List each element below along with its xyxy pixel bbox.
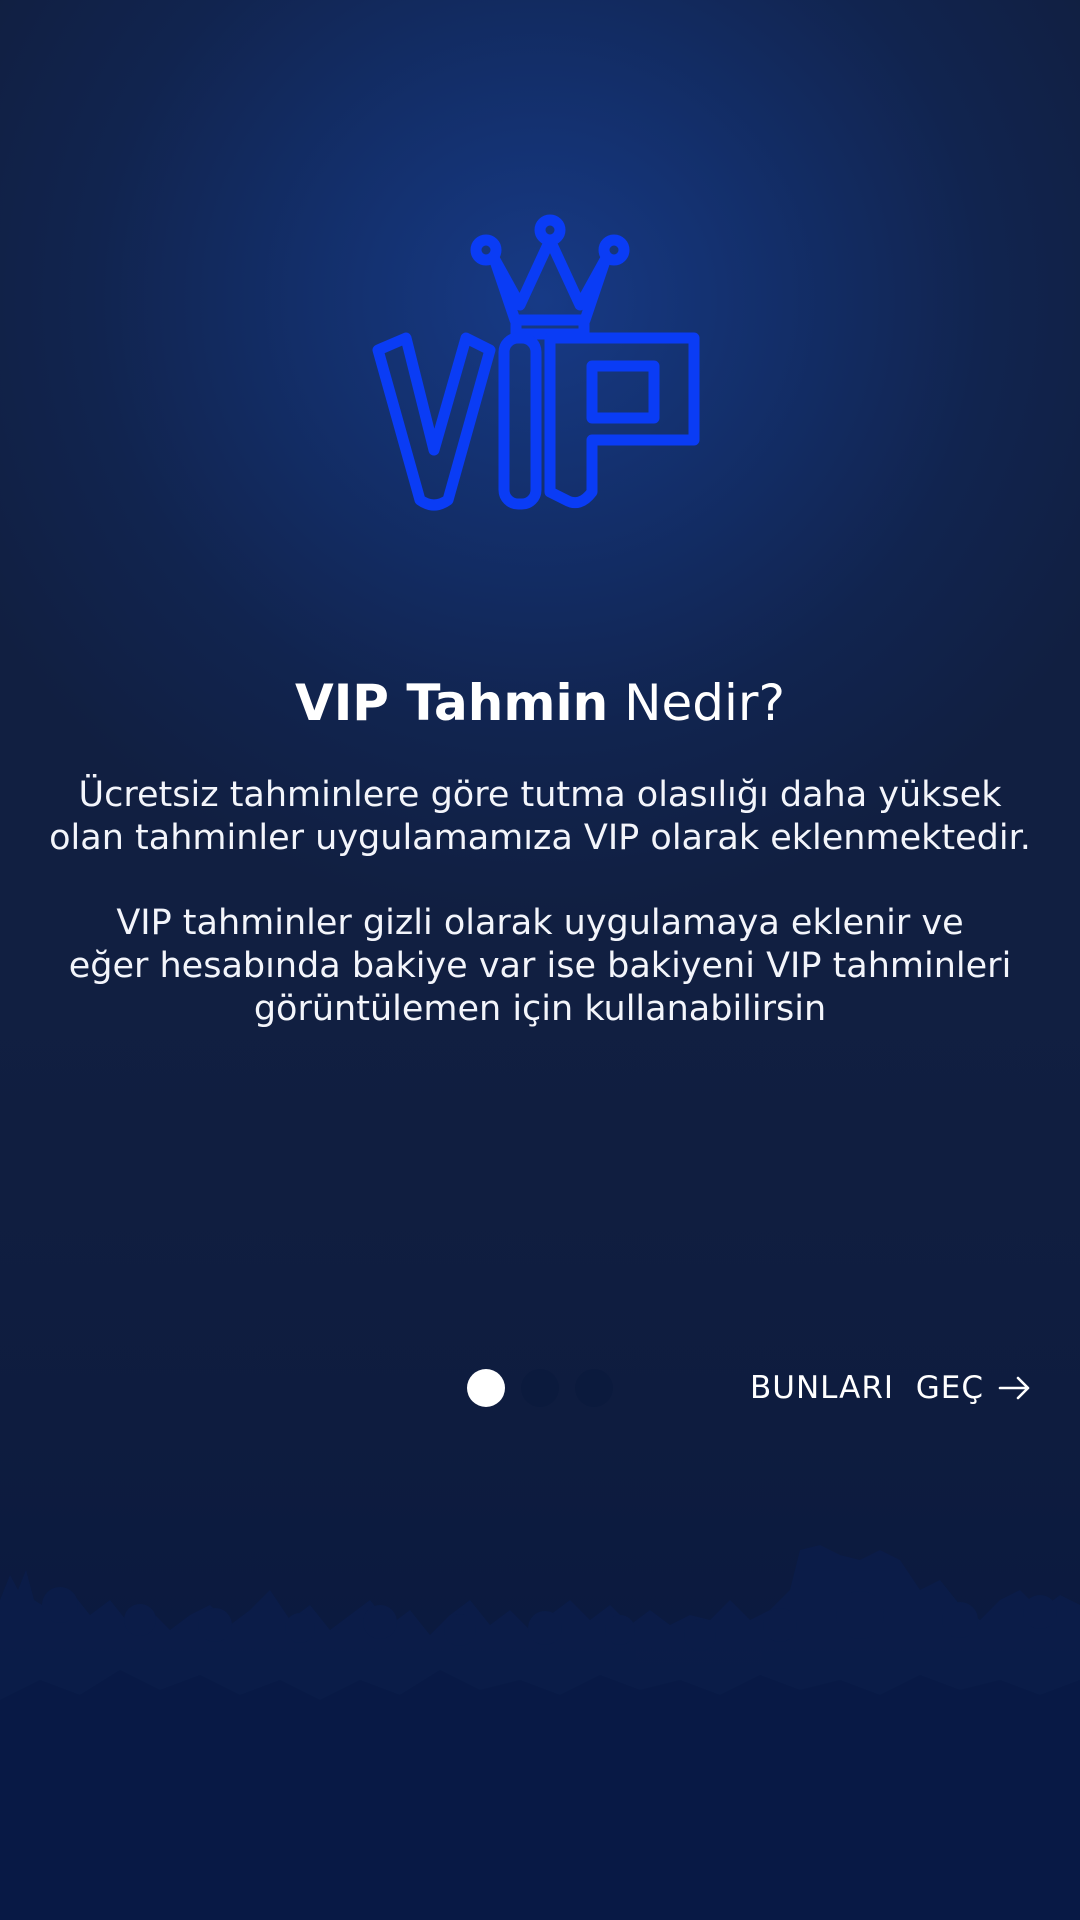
description-line: görüntülemen için kullanabilirsin [253, 989, 827, 1029]
description-paragraph-2: VIP tahminler gizli olarak uygulamaya ek… [30, 902, 1050, 1031]
description-paragraph-1: Ücretsiz tahminlere göre tutma olasılığı… [30, 774, 1050, 860]
page-indicator [467, 1369, 613, 1407]
page-dot-3[interactable] [575, 1369, 613, 1407]
page-dot-2[interactable] [521, 1369, 559, 1407]
skip-label: BUNLARI GEÇ [750, 1370, 984, 1406]
arrow-right-icon [998, 1376, 1030, 1400]
description-line: eğer hesabında bakiye var ise bakiyeni V… [68, 946, 1012, 986]
crowd-silhouette [0, 1545, 1080, 1920]
description-line: Ücretsiz tahminlere göre tutma olasılığı… [78, 775, 1002, 815]
skip-button[interactable]: BUNLARI GEÇ [750, 1366, 1032, 1410]
title-light: Nedir? [624, 674, 785, 732]
description-line: VIP tahminler gizli olarak uygulamaya ek… [116, 903, 964, 943]
page-title: VIP Tahmin Nedir? [0, 666, 1080, 740]
crown-icon [470, 214, 630, 340]
title-strong: VIP Tahmin [295, 674, 609, 732]
description-line: olan tahminler uygulamamıza VIP olarak e… [49, 818, 1031, 858]
vip-crown-logo [372, 214, 700, 511]
page-dot-1[interactable] [467, 1369, 505, 1407]
